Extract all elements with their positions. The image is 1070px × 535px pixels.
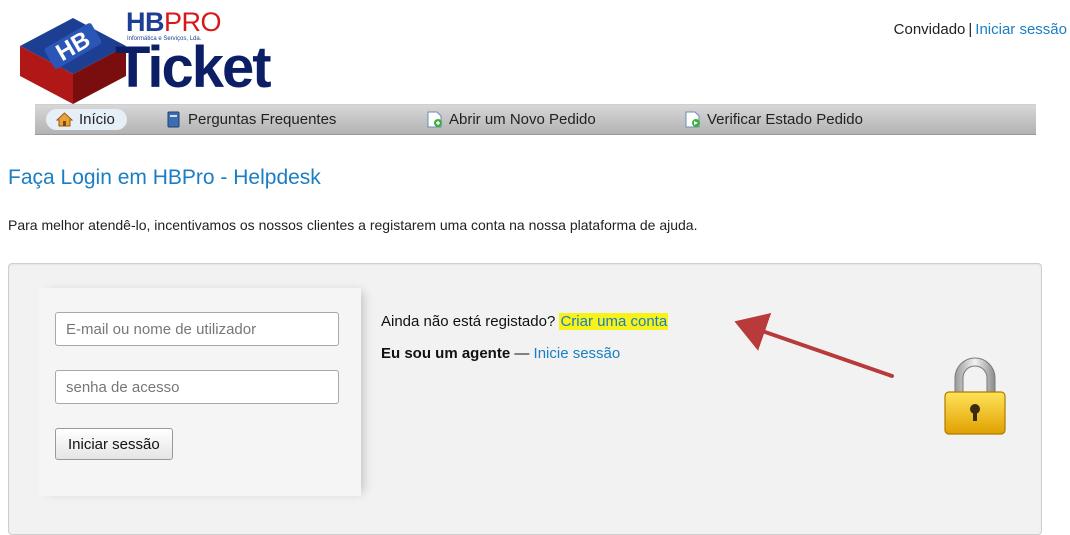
agent-dash: — bbox=[514, 345, 530, 362]
password-field[interactable] bbox=[55, 370, 339, 404]
nav-home-label: Início bbox=[79, 111, 115, 128]
agent-login-link[interactable]: Inicie sessão bbox=[534, 345, 621, 362]
nav-faq-label: Perguntas Frequentes bbox=[188, 111, 337, 128]
agent-login-line: Eu sou um agente — Inicie sessão bbox=[381, 345, 620, 362]
hbpro-logo-mark: HB bbox=[20, 18, 126, 104]
user-bar: Convidado | Iniciar sessão bbox=[894, 21, 1067, 38]
brand-name: HBPRO bbox=[126, 7, 222, 37]
login-link[interactable]: Iniciar sessão bbox=[975, 21, 1067, 38]
login-panel: Iniciar sessão Ainda não está registado?… bbox=[8, 263, 1042, 535]
create-account-link[interactable]: Criar uma conta bbox=[559, 313, 669, 330]
login-form: Iniciar sessão bbox=[39, 288, 361, 496]
nav-check-status[interactable]: Verificar Estado Pedido bbox=[684, 105, 863, 134]
nav-faq[interactable]: Perguntas Frequentes bbox=[165, 105, 336, 134]
main-nav: Início Perguntas Frequentes Abrir um Nov… bbox=[35, 104, 1036, 135]
agent-label: Eu sou um agente bbox=[381, 345, 511, 362]
book-icon bbox=[167, 111, 180, 128]
intro-text: Para melhor atendê-lo, incentivamos os n… bbox=[8, 217, 698, 233]
ticket-status-icon bbox=[685, 111, 700, 128]
new-ticket-icon bbox=[427, 111, 442, 128]
email-field[interactable] bbox=[55, 312, 339, 346]
guest-label: Convidado bbox=[893, 21, 966, 38]
lock-icon bbox=[944, 357, 1006, 435]
brand-ticket: Ticket bbox=[115, 35, 272, 100]
logo[interactable]: HB HBPRO Informática e Serviços, Lda. Ti… bbox=[18, 6, 288, 104]
login-button[interactable]: Iniciar sessão bbox=[55, 428, 173, 460]
register-prompt: Ainda não está registado? Criar uma cont… bbox=[381, 313, 669, 330]
home-icon bbox=[56, 112, 73, 127]
nav-home[interactable]: Início bbox=[46, 109, 127, 130]
nav-check-status-label: Verificar Estado Pedido bbox=[707, 111, 863, 128]
nav-new-ticket-label: Abrir um Novo Pedido bbox=[449, 111, 596, 128]
page-title: Faça Login em HBPro - Helpdesk bbox=[8, 166, 321, 189]
register-prompt-text: Ainda não está registado? bbox=[381, 313, 556, 330]
separator: | bbox=[968, 21, 973, 38]
nav-new-ticket[interactable]: Abrir um Novo Pedido bbox=[426, 105, 596, 134]
